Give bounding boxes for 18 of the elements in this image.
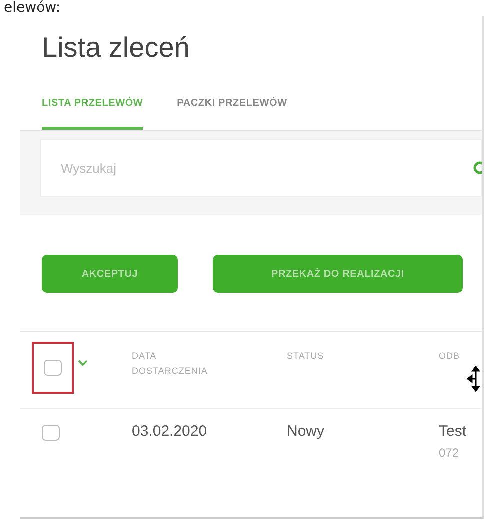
account-number: 072 bbox=[439, 446, 460, 460]
column-header: STATUS bbox=[287, 350, 326, 363]
select-all-checkbox[interactable] bbox=[44, 360, 62, 376]
row-checkbox[interactable] bbox=[42, 425, 60, 441]
caption-text: elewów: bbox=[3, 0, 62, 16]
column-header: DATA DOSTARCZENIA bbox=[132, 350, 209, 378]
search-field[interactable]: Wyszukaj bbox=[40, 139, 482, 197]
chevron-down-icon[interactable] bbox=[78, 360, 88, 367]
column-header: ODB bbox=[439, 350, 462, 363]
action-button[interactable]: AKCEPTUJ bbox=[42, 255, 178, 293]
action-button[interactable]: PRZEKAŻ DO REALIZACJI bbox=[213, 255, 463, 293]
search-icon bbox=[472, 161, 482, 175]
table-cell-text: Test bbox=[439, 423, 468, 440]
table-cell-text: 03.02.2020 bbox=[132, 423, 208, 440]
tab[interactable]: PACZKI PRZELEWÓW bbox=[177, 98, 288, 130]
move-cursor-icon bbox=[466, 366, 482, 392]
page-title: Lista zleceń bbox=[41, 31, 191, 65]
table-cell-text: Nowy bbox=[287, 423, 326, 440]
